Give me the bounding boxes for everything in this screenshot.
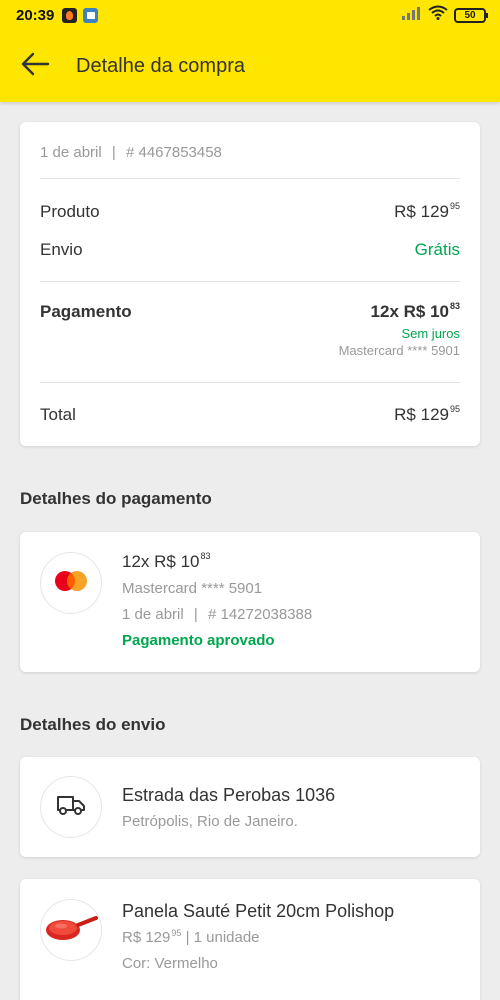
payment-date: 1 de abril bbox=[122, 606, 184, 623]
product-unit-price: R$ 129 bbox=[122, 929, 171, 946]
payment-details-card[interactable]: 12x R$ 1083 Mastercard **** 5901 1 de ab… bbox=[20, 532, 480, 672]
meta-separator: | bbox=[111, 144, 116, 161]
product-price-value: R$ 129 bbox=[394, 202, 449, 221]
payment-details-installments: 12x R$ 1083 bbox=[122, 551, 312, 580]
payment-details-info: 12x R$ 1083 Mastercard **** 5901 1 de ab… bbox=[122, 551, 312, 656]
status-bar: 20:39 50 bbox=[0, 0, 500, 30]
transaction-id: # 14272038388 bbox=[207, 606, 313, 623]
order-meta: 1 de abril | # 4467853458 bbox=[40, 122, 460, 178]
total-row: Total R$ 12995 bbox=[40, 383, 460, 447]
payment-card: Mastercard **** 5901 bbox=[338, 343, 460, 358]
frying-pan-icon bbox=[44, 913, 98, 948]
truck-icon bbox=[56, 794, 86, 821]
product-label: Produto bbox=[40, 202, 100, 221]
divider bbox=[40, 178, 460, 179]
page-title: Detalhe da compra bbox=[76, 54, 245, 77]
shipping-label: Envio bbox=[40, 240, 83, 259]
product-image-circle bbox=[40, 899, 102, 961]
product-color: Cor: Vermelho bbox=[122, 955, 218, 972]
total-price-cents: 95 bbox=[449, 404, 460, 414]
payment-icon-circle bbox=[40, 552, 102, 614]
payment-details-title: Detalhes do pagamento bbox=[20, 489, 212, 508]
product-price-qty: R$ 12995 | 1 unidade bbox=[122, 928, 394, 955]
wifi-icon bbox=[428, 5, 448, 25]
order-id: # 4467853458 bbox=[125, 144, 222, 161]
order-date: 1 de abril bbox=[40, 144, 102, 161]
payment-details-meta: 1 de abril | # 14272038388 bbox=[122, 606, 312, 632]
payment-details-card-number: Mastercard **** 5901 bbox=[122, 580, 263, 597]
back-button[interactable] bbox=[0, 30, 76, 102]
status-time: 20:39 bbox=[16, 6, 55, 24]
total-label: Total bbox=[40, 405, 76, 424]
payment-details-installments-cents: 83 bbox=[200, 551, 211, 561]
payment-details-installments-value: 12x R$ 10 bbox=[122, 552, 200, 571]
shipping-info: Estrada das Perobas 1036 Petrópolis, Rio… bbox=[122, 785, 335, 830]
mastercard-icon bbox=[54, 570, 88, 597]
signal-icon bbox=[402, 6, 422, 25]
payment-row: Pagamento 12x R$ 1083 Sem juros Masterca… bbox=[40, 282, 460, 382]
purchase-summary-card: 1 de abril | # 4467853458 Produto R$ 129… bbox=[20, 122, 480, 446]
shipping-row: Envio Grátis bbox=[40, 231, 460, 269]
payment-status: Pagamento aprovado bbox=[122, 632, 275, 649]
shipping-icon-circle bbox=[40, 776, 102, 838]
product-price: R$ 12995 bbox=[394, 201, 460, 222]
shipping-address: Estrada das Perobas 1036 bbox=[122, 785, 336, 805]
product-price-cents: 95 bbox=[449, 201, 460, 211]
calendar-app-icon bbox=[83, 7, 99, 23]
shipping-details-title: Detalhes do envio bbox=[20, 715, 166, 734]
meta-separator: | bbox=[193, 606, 198, 623]
shipping-details-card[interactable]: Estrada das Perobas 1036 Petrópolis, Rio… bbox=[20, 757, 480, 857]
battery-icon: 50 bbox=[454, 7, 488, 23]
flame-app-icon bbox=[62, 7, 78, 23]
payment-label: Pagamento bbox=[40, 302, 132, 321]
product-info: Panela Sauté Petit 20cm Polishop R$ 1299… bbox=[122, 901, 394, 972]
payment-installments: 12x R$ 1083 bbox=[339, 301, 460, 322]
total-price-value: R$ 129 bbox=[394, 405, 449, 424]
total-price: R$ 12995 bbox=[394, 404, 460, 425]
product-name: Panela Sauté Petit 20cm Polishop bbox=[122, 901, 395, 921]
payment-installments-cents: 83 bbox=[449, 301, 460, 311]
payment-info: 12x R$ 1083 Sem juros Mastercard **** 59… bbox=[338, 301, 460, 382]
product-item-card[interactable]: Panela Sauté Petit 20cm Polishop R$ 1299… bbox=[20, 879, 480, 1000]
shipping-city: Petrópolis, Rio de Janeiro. bbox=[122, 813, 298, 830]
payment-installments-value: 12x R$ 10 bbox=[370, 302, 449, 321]
product-unit-price-cents: 95 bbox=[171, 928, 182, 938]
product-quantity: | 1 unidade bbox=[185, 929, 260, 946]
payment-interest: Sem juros bbox=[401, 326, 460, 341]
app-bar: Detalhe da compra bbox=[0, 30, 500, 102]
arrow-left-icon bbox=[20, 52, 50, 81]
product-row: Produto R$ 12995 bbox=[40, 193, 460, 231]
shipping-value: Grátis bbox=[414, 240, 460, 259]
